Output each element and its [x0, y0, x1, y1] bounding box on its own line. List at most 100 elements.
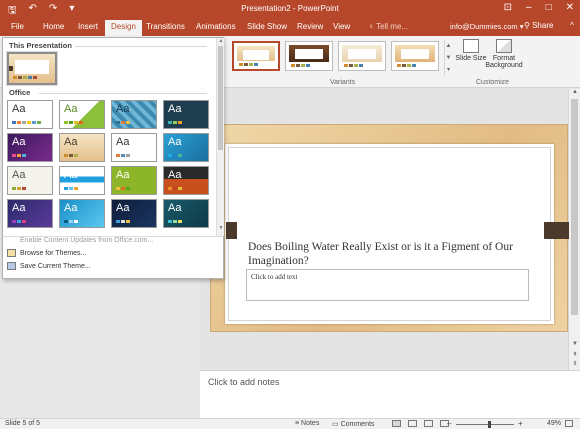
tab-transitions[interactable]: Transitions [146, 22, 185, 31]
comments-button[interactable]: ▭ Comments [332, 420, 374, 428]
gallery-scroll-up-icon[interactable]: ▲ [217, 38, 225, 44]
themes-gallery-dropdown: This Presentation Office Aa Aa Aa Aa Aa … [2, 37, 224, 279]
slide-indicator: Slide 5 of 5 [5, 420, 41, 427]
gallery-scrollbar[interactable]: ▲ ▼ [216, 38, 224, 236]
zoom-level[interactable]: 49% [547, 420, 561, 427]
zoom-out-button[interactable]: – [447, 419, 451, 428]
slide-size-button[interactable]: Slide Size [455, 39, 487, 62]
browse-themes-label: Browse for Themes... [20, 249, 87, 257]
theme-celestial[interactable]: Aa [7, 199, 53, 228]
ribbon-collapse-icon[interactable]: ^ [570, 21, 574, 30]
theme-retrospect[interactable]: Aa [111, 133, 157, 162]
title-bar: 🖫 ↶ ↷ ▾ Presentation2 - PowerPoint ⊡ – □… [0, 0, 580, 18]
share-icon: ⚲ [524, 21, 533, 30]
window-controls: ⊡ – □ ✕ [504, 2, 574, 13]
tab-review[interactable]: Review [297, 22, 323, 31]
theme-ion[interactable]: Aa [7, 133, 53, 162]
slide-content-placeholder[interactable]: Click to add text [246, 269, 529, 301]
tab-animations[interactable]: Animations [196, 22, 236, 31]
account-label: info@Dummies.com [450, 22, 518, 31]
gallery-scroll-thumb[interactable] [218, 46, 223, 150]
zoom-slider[interactable] [456, 424, 514, 425]
slide-scrollbar[interactable]: ▲ ▼ ⇞ ⇟ [568, 89, 580, 370]
tab-design[interactable]: Design [105, 20, 142, 36]
theme-vapor[interactable]: Aa [163, 199, 209, 228]
zoom-slider-thumb[interactable] [488, 421, 491, 428]
variant-thumbnail[interactable] [391, 41, 439, 71]
normal-view-icon[interactable] [392, 420, 401, 427]
theme-circuit[interactable]: Aa [59, 199, 105, 228]
tab-slide-show[interactable]: Slide Show [247, 22, 287, 31]
next-slide-icon[interactable]: ⇟ [569, 360, 580, 367]
ribbon-display-icon[interactable]: ⊡ [504, 2, 512, 13]
save-theme-label: Save Current Theme... [20, 262, 91, 270]
status-bar: Slide 5 of 5 ≡ Notes ▭ Comments – + 49% [0, 418, 580, 429]
gallery-scroll-down-icon[interactable]: ▼ [217, 225, 225, 231]
minimize-button[interactable]: – [526, 2, 532, 13]
tell-me-label: Tell me... [376, 22, 409, 31]
theme-banded[interactable]: Aa [59, 166, 105, 195]
theme-berlin[interactable]: Aa [163, 166, 209, 195]
scroll-up-icon[interactable]: ▲ [569, 89, 580, 95]
browse-themes-item[interactable]: Browse for Themes... [7, 249, 86, 257]
theme-pattern[interactable]: Aa [111, 100, 157, 129]
comments-label: Comments [340, 421, 375, 428]
variants-scroll[interactable]: ▲ ▼ ▾ [444, 40, 452, 76]
window-title: Presentation2 - PowerPoint [241, 4, 339, 13]
theme-dividend[interactable]: Aa [111, 199, 157, 228]
variant-thumbnail[interactable] [232, 41, 280, 71]
save-theme-icon [7, 262, 16, 270]
save-theme-item[interactable]: Save Current Theme... [7, 262, 91, 270]
notes-toggle-label: Notes [301, 420, 320, 427]
ribbon-tabs: File Home Insert Design Transitions Anim… [0, 18, 580, 36]
previous-slide-icon[interactable]: ⇞ [569, 351, 580, 358]
lightbulb-icon: ♀ [368, 22, 377, 31]
notes-toggle-button[interactable]: ≡ Notes [295, 420, 319, 427]
theme-blue-rays[interactable]: Aa [163, 133, 209, 162]
theme-green[interactable]: Aa [111, 166, 157, 195]
scroll-down-icon[interactable]: ▼ [569, 341, 580, 347]
folder-icon [7, 249, 16, 257]
theme-wood-type[interactable]: Aa [59, 133, 105, 162]
maximize-button[interactable]: □ [546, 2, 552, 13]
format-background-button[interactable]: Format Background [484, 39, 524, 69]
slide-size-label: Slide Size [455, 55, 487, 62]
format-background-label: Format Background [485, 55, 523, 69]
reading-view-icon[interactable] [424, 420, 433, 427]
scroll-thumb[interactable] [571, 99, 578, 315]
account-button[interactable]: info@Dummies.com ▾ [450, 22, 524, 31]
slide-size-icon [463, 39, 479, 53]
share-button[interactable]: ⚲ Share [524, 21, 553, 30]
zoom-in-button[interactable]: + [518, 419, 523, 428]
enable-content-updates-item: Enable Content Updates from Office.com..… [7, 236, 153, 244]
section-office: Office [9, 88, 31, 97]
tell-me-box[interactable]: ♀ Tell me... [368, 22, 408, 31]
tab-insert[interactable]: Insert [78, 22, 98, 31]
theme-dark-teal[interactable]: Aa [163, 100, 209, 129]
enable-content-updates-label: Enable Content Updates from Office.com..… [20, 236, 154, 244]
variant-thumbnail[interactable] [285, 41, 333, 71]
theme-current-presentation[interactable] [6, 51, 58, 86]
notes-pane[interactable]: Click to add notes [200, 370, 580, 418]
tab-home[interactable]: Home [43, 22, 64, 31]
slide-title[interactable]: Does Boiling Water Really Exist or is it… [248, 240, 548, 268]
comment-icon: ▭ [332, 421, 341, 428]
customize-group-label: Customize [476, 79, 510, 86]
theme-slice-light[interactable]: Aa [7, 166, 53, 195]
tab-file[interactable]: File [11, 22, 24, 31]
close-button[interactable]: ✕ [566, 2, 574, 13]
format-background-icon [496, 39, 512, 53]
fit-slide-icon[interactable] [565, 420, 573, 427]
tab-view[interactable]: View [333, 22, 350, 31]
share-label: Share [532, 21, 554, 30]
slide-sorter-icon[interactable] [408, 420, 417, 427]
theme-facet[interactable]: Aa [59, 100, 105, 129]
view-buttons [392, 420, 449, 427]
variants-group-label: Variants [330, 79, 356, 86]
theme-office[interactable]: Aa [7, 100, 53, 129]
slide-decoration-right [544, 222, 569, 239]
slide-decoration-left [226, 222, 237, 239]
section-this-presentation: This Presentation [9, 41, 72, 50]
variant-thumbnail[interactable] [338, 41, 386, 71]
notes-placeholder: Click to add notes [208, 377, 280, 387]
